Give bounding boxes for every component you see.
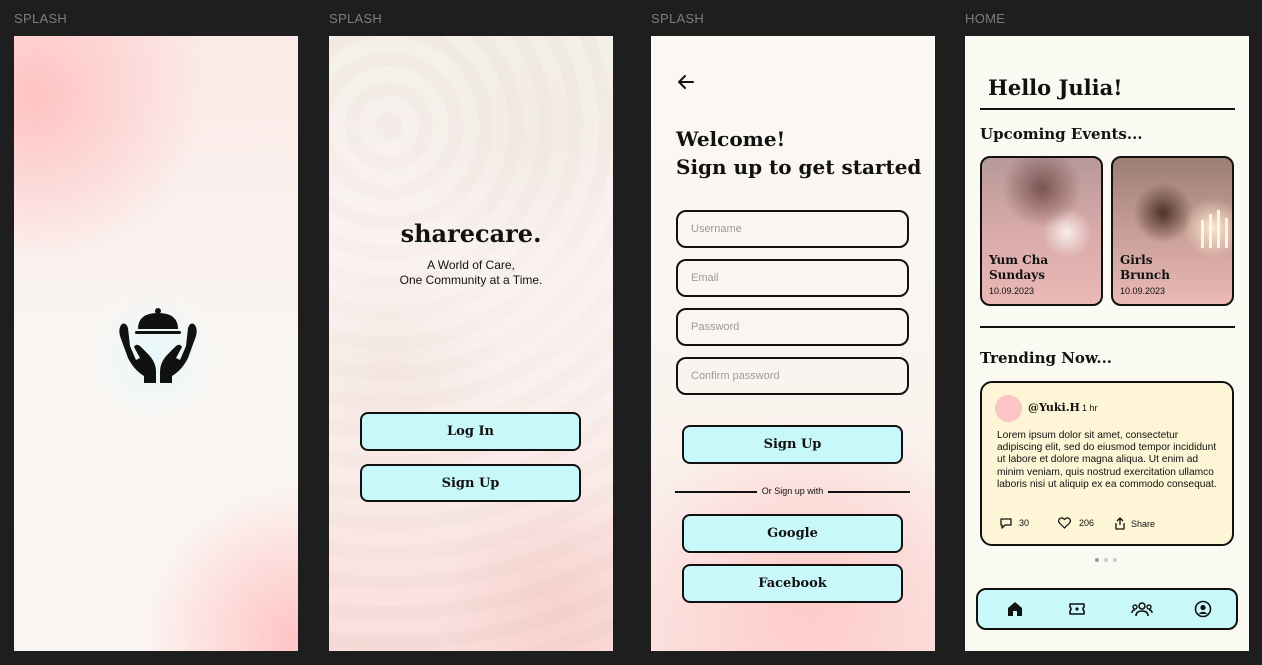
frame-label-splash-2: SPLASH — [329, 11, 383, 26]
comment-icon — [1000, 518, 1012, 529]
event-card[interactable]: Girls Brunch 10.09.2023 — [1111, 156, 1234, 306]
comment-action[interactable]: 30 — [999, 517, 1029, 529]
login-button[interactable]: Log In — [360, 412, 581, 451]
carousel-pagination[interactable] — [1095, 558, 1117, 562]
confirm-password-field[interactable] — [676, 357, 909, 395]
event-date: 10.09.2023 — [1120, 286, 1166, 296]
header-divider — [980, 108, 1235, 110]
signup-submit-button[interactable]: Sign Up — [682, 425, 903, 464]
heart-icon — [1058, 517, 1071, 529]
like-action[interactable]: 206 — [1058, 517, 1094, 529]
splash-logo-screen — [14, 36, 298, 651]
password-field[interactable] — [676, 308, 909, 346]
google-signup-button[interactable]: Google — [682, 514, 903, 553]
share-label: Share — [1131, 518, 1156, 529]
event-title-line-1: Yum Cha — [989, 253, 1049, 267]
event-card[interactable]: Yum Cha Sundays 10.09.2023 — [980, 156, 1103, 306]
ticket-icon[interactable] — [1068, 600, 1086, 618]
section-divider — [980, 326, 1235, 328]
event-title-line-1: Girls — [1120, 253, 1153, 267]
candle-decoration — [1225, 218, 1228, 248]
candle-decoration — [1209, 214, 1212, 248]
background-photo-overlay — [329, 36, 613, 651]
tagline-line-2: One Community at a Time. — [399, 273, 543, 287]
divider-line-right — [828, 491, 910, 493]
signup-screen: Welcome! Sign up to get started Sign Up … — [651, 36, 935, 651]
facebook-signup-button[interactable]: Facebook — [682, 564, 903, 603]
post-timestamp: 1 hr — [1082, 403, 1098, 413]
comment-count: 30 — [1019, 518, 1030, 528]
email-field[interactable] — [676, 259, 909, 297]
home-screen: Hello Julia! Upcoming Events... Yum Cha … — [965, 36, 1249, 651]
post-username[interactable]: @Yuki.H — [1028, 401, 1080, 414]
event-title-line-2: Brunch — [1120, 268, 1170, 282]
candle-decoration — [1217, 210, 1220, 248]
back-arrow-icon[interactable] — [676, 72, 696, 92]
candle-decoration — [1201, 220, 1204, 248]
profile-icon[interactable] — [1194, 600, 1212, 618]
tagline-line-1: A World of Care, — [427, 258, 515, 272]
upcoming-events-heading: Upcoming Events... — [980, 125, 1143, 143]
greeting-heading: Hello Julia! — [988, 75, 1123, 100]
bottom-navigation — [976, 588, 1238, 630]
frame-label-home: HOME — [965, 11, 1006, 26]
share-action[interactable]: Share — [1114, 517, 1155, 530]
tagline: A World of Care, One Community at a Time… — [329, 258, 613, 288]
event-title-line-2: Sundays — [989, 268, 1046, 282]
trending-post-card[interactable]: @Yuki.H 1 hr Lorem ipsum dolor sit amet,… — [980, 381, 1234, 546]
home-icon[interactable] — [1006, 600, 1024, 618]
page-dot[interactable] — [1113, 558, 1117, 562]
avatar[interactable] — [995, 395, 1022, 422]
social-divider: Or Sign up with — [675, 485, 910, 499]
share-icon — [1115, 517, 1125, 530]
page-dot[interactable] — [1095, 558, 1099, 562]
brand-logo-text: sharecare. — [400, 219, 542, 248]
event-date: 10.09.2023 — [989, 286, 1035, 296]
splash-brand-screen: sharecare. A World of Care, One Communit… — [329, 36, 613, 651]
frame-label-splash-1: SPLASH — [14, 11, 68, 26]
trending-heading: Trending Now... — [980, 349, 1113, 367]
frame-label-splash-3: SPLASH — [651, 11, 705, 26]
event-title: Yum Cha Sundays — [989, 253, 1048, 283]
signup-title-line-2: Sign up to get started — [676, 155, 922, 179]
page-dot[interactable] — [1104, 558, 1108, 562]
signup-title-line-1: Welcome! — [676, 127, 786, 151]
post-body: Lorem ipsum dolor sit amet, consectetur … — [997, 430, 1217, 490]
community-icon[interactable] — [1131, 600, 1153, 618]
like-count: 206 — [1079, 518, 1095, 528]
signup-title: Welcome! Sign up to get started — [676, 125, 921, 181]
username-field[interactable] — [676, 210, 909, 248]
event-title: Girls Brunch — [1120, 253, 1170, 283]
caring-hands-cloche-icon — [119, 308, 197, 383]
signup-button[interactable]: Sign Up — [360, 464, 581, 502]
